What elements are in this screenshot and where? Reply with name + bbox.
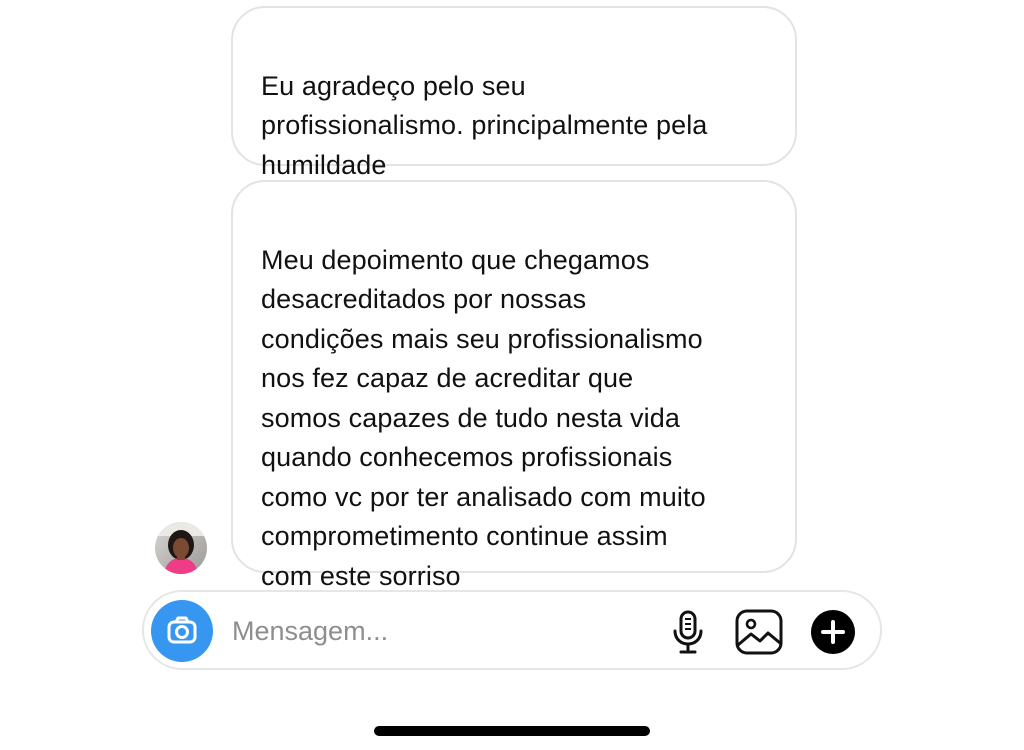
gallery-button[interactable] [733, 606, 785, 658]
camera-button[interactable] [151, 600, 213, 662]
message-text: Eu agradeço pelo seu profissionalismo. p… [261, 70, 708, 180]
camera-icon [167, 616, 197, 644]
message-input[interactable] [232, 610, 652, 652]
avatar[interactable] [155, 522, 207, 574]
plus-icon [811, 610, 855, 654]
message-composer [142, 590, 882, 670]
add-button[interactable] [807, 606, 859, 658]
message-bubble: Meu depoimento que chegamos desacreditad… [231, 180, 797, 591]
microphone-icon [673, 610, 703, 654]
message-text: Meu depoimento que chegamos desacreditad… [261, 244, 706, 591]
avatar-image [155, 522, 207, 574]
message-bubble: Eu agradeço pelo seu profissionalismo. p… [231, 6, 797, 180]
microphone-button[interactable] [662, 606, 714, 658]
gallery-icon [735, 609, 783, 655]
home-indicator[interactable] [374, 726, 650, 736]
